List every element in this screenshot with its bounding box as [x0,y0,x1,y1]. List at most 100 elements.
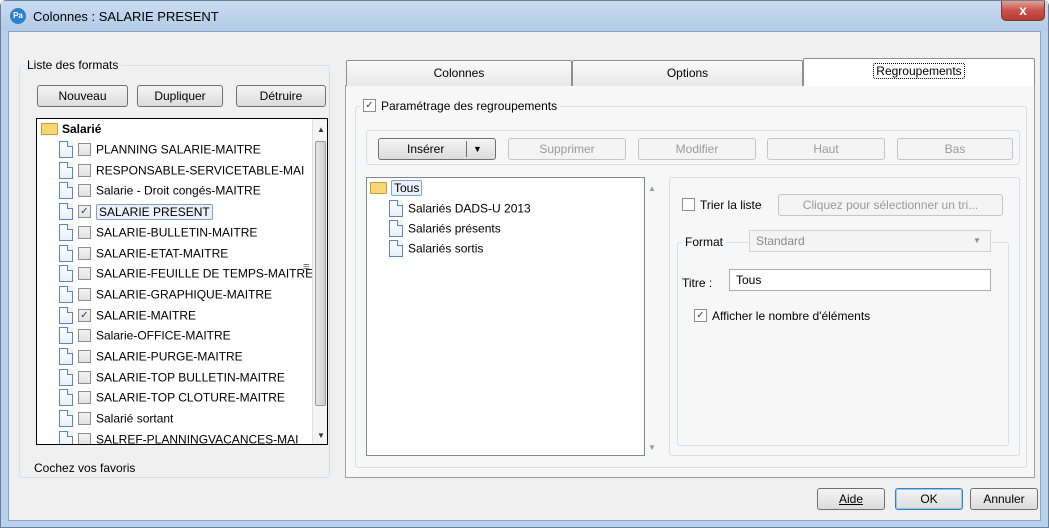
scroll-down-arrow-icon[interactable]: ▼ [317,431,325,440]
format-item[interactable]: SALARIE-PURGE-MAITRE [59,348,243,368]
document-icon [59,285,73,303]
sort-list-checkbox[interactable] [682,198,695,212]
dialog-window: Pa Colonnes : SALARIE PRESENT x Liste de… [0,0,1049,528]
format-favorite-checkbox[interactable] [78,143,91,156]
format-item-label: SALARIE-MAITRE [96,308,197,323]
window-title: Colonnes : SALARIE PRESENT [33,9,219,24]
format-item[interactable]: SALARIE-FEUILLE DE TEMPS-MAITRE [59,265,313,285]
format-item-label: SALARIE-TOP BULLETIN-MAITRE [96,370,285,385]
format-favorite-checkbox[interactable] [78,432,91,444]
help-button[interactable]: Aide [817,488,885,510]
format-favorite-checkbox[interactable] [78,267,91,281]
format-item[interactable]: SALARIE-TOP CLOTURE-MAITRE [59,389,285,409]
title-bar[interactable]: Pa Colonnes : SALARIE PRESENT x [1,1,1048,31]
format-item[interactable]: ✓ SALARIE-MAITRE [59,306,197,327]
format-favorite-checkbox[interactable] [78,391,91,405]
formats-scrollbar[interactable]: ▲ ▼ [312,119,327,444]
document-icon [59,306,73,324]
cancel-button[interactable]: Annuler [970,488,1038,510]
regroup-enable[interactable]: ✓ Paramétrage des regroupements [360,98,561,113]
format-favorite-checkbox[interactable] [78,246,91,260]
edit-group-button[interactable]: Modifier [638,138,756,160]
help-button-label: Aide [838,492,864,506]
format-favorite-checkbox[interactable]: ✓ [78,205,91,219]
document-icon [389,220,403,237]
format-select-value: Standard [756,234,805,248]
show-count[interactable]: ✓ Afficher le nombre d'éléments [694,308,870,323]
move-down-button[interactable]: Bas [897,138,1013,160]
app-icon: Pa [10,8,26,24]
tab-regroupements[interactable]: Regroupements [803,58,1035,86]
format-item[interactable]: SALARIE-ETAT-MAITRE [59,244,228,265]
show-count-checkbox[interactable]: ✓ [694,309,707,323]
tab-colonnes[interactable]: Colonnes [346,60,572,86]
document-icon [59,348,73,365]
tree-item[interactable]: Salariés sortis [389,240,483,260]
format-item-label: RESPONSABLE-SERVICETABLE-MAI [96,163,305,178]
format-item[interactable]: Salarié sortant [59,410,173,430]
close-button[interactable]: x [1001,1,1045,21]
title-input[interactable]: Tous [729,269,991,291]
format-item[interactable]: Salarie - Droit congés-MAITRE [59,182,261,202]
format-item[interactable]: SALARIE-TOP BULLETIN-MAITRE [59,368,285,389]
format-item-label: SALARIE-TOP CLOTURE-MAITRE [96,390,285,405]
document-icon [389,200,403,217]
document-icon [59,410,73,428]
format-favorite-checkbox[interactable] [78,370,91,384]
format-item-label: SALARIE-BULLETIN-MAITRE [96,225,258,240]
format-item[interactable]: SALARIE-GRAPHIQUE-MAITRE [59,285,273,306]
sort-list[interactable]: Trier la liste [682,197,762,212]
formats-list[interactable]: Salarié PLANNING SALARIE-MAITRE RESPONSAB… [36,118,328,445]
chevron-down-icon[interactable]: ▼ [973,231,981,251]
move-up-button[interactable]: Haut [767,138,885,160]
format-favorite-checkbox[interactable] [78,329,91,343]
format-item[interactable]: SALREF-PLANNINGVACANCES-MAI [59,430,299,445]
delete-format-button[interactable]: Détruire [236,85,326,107]
tree-scroll-down-icon[interactable]: ▼ [648,443,656,452]
format-item[interactable]: RESPONSABLE-SERVICETABLE-MAI [59,161,305,182]
format-favorite-checkbox[interactable] [78,163,91,177]
document-icon [59,141,73,158]
document-icon [59,203,73,221]
document-icon [59,389,73,407]
tab-options[interactable]: Options [572,60,803,86]
insert-dropdown-icon[interactable]: ▼ [473,139,482,159]
format-item-label: Salarié sortant [96,411,174,426]
delete-group-button[interactable]: Supprimer [508,138,626,160]
insert-button[interactable]: Insérer ▼ [378,138,496,160]
format-favorite-checkbox[interactable] [78,350,91,363]
format-item-label: SALREF-PLANNINGVACANCES-MAI [96,432,299,445]
formats-root[interactable]: Salarié [41,121,101,141]
formats-footer-text: Cochez vos favoris [34,461,136,475]
format-item[interactable]: Salarie-OFFICE-MAITRE [59,327,231,347]
tree-item[interactable]: Salariés DADS-U 2013 [389,200,531,220]
tree-item-label: Salariés sortis [408,241,484,256]
format-favorite-checkbox[interactable]: ✓ [78,308,91,322]
tree-root[interactable]: Tous [370,179,423,200]
tab-options-label: Options [666,66,709,80]
format-favorite-checkbox[interactable] [78,225,91,239]
group-tree[interactable]: Tous Salariés DADS-U 2013 Salariés présen… [366,177,645,456]
new-format-button[interactable]: Nouveau [37,85,128,107]
formats-scroll-thumb[interactable] [315,141,326,406]
scroll-up-arrow-icon[interactable]: ▲ [317,125,325,134]
format-favorite-checkbox[interactable] [78,412,91,426]
document-icon [59,182,73,200]
format-item[interactable]: SALARIE-BULLETIN-MAITRE [59,223,258,244]
ok-button[interactable]: OK [895,488,963,510]
select-sort-button[interactable]: Cliquez pour sélectionner un tri... [778,194,1003,216]
format-item[interactable]: ✓ SALARIE PRESENT [59,203,213,223]
tree-item[interactable]: Salariés présents [389,220,501,240]
regroup-enable-checkbox[interactable]: ✓ [363,99,376,113]
document-icon [59,368,73,386]
format-favorite-checkbox[interactable] [78,287,91,301]
format-favorite-checkbox[interactable] [78,184,91,198]
format-item-label: SALARIE-GRAPHIQUE-MAITRE [96,287,273,302]
format-item[interactable]: PLANNING SALARIE-MAITRE [59,141,261,161]
sort-list-label: Trier la liste [700,197,762,212]
format-select[interactable]: Standard ▼ [749,230,991,252]
tree-scroll-up-icon[interactable]: ▲ [648,184,656,193]
insert-separator [466,141,467,157]
format-item-label: PLANNING SALARIE-MAITRE [96,142,261,157]
duplicate-format-button[interactable]: Dupliquer [137,85,223,107]
